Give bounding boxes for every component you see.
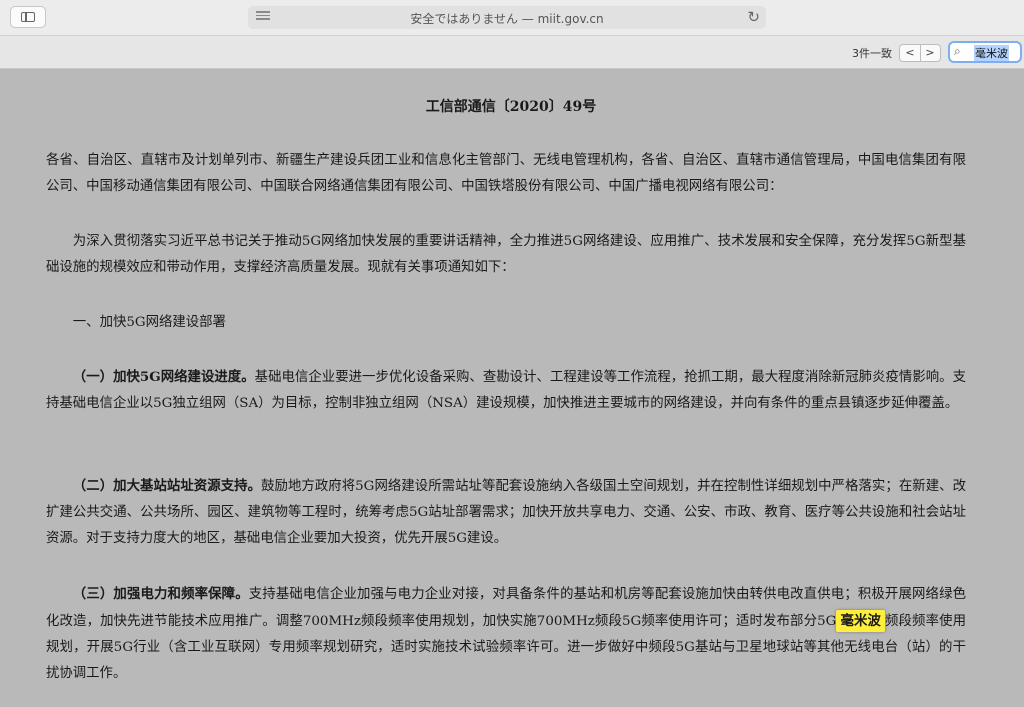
intro-paragraph: 为深入贯彻落实习近平总书记关于推动5G网络加快发展的重要讲话精神，全力推进5G网… — [46, 234, 966, 275]
find-next-button[interactable]: > — [920, 45, 940, 61]
address-bar[interactable]: 安全ではありません — miit.gov.cn ↻ — [248, 6, 766, 29]
sidebar-icon — [21, 12, 35, 22]
item-1-title: （一）加快5G网络建设进度。 — [72, 369, 255, 385]
section-heading: 一、加快5G网络建设部署 — [72, 315, 226, 330]
find-match-count: 3件一致 — [852, 47, 892, 60]
item-2-paragraph: （二）加大基站站址资源支持。鼓励地方政府将5G网络建设所需站址等配套设施纳入各级… — [46, 473, 966, 552]
find-search-input[interactable]: ⌕ 毫米波 — [948, 41, 1022, 63]
reload-icon[interactable]: ↻ — [747, 8, 760, 26]
find-query-text: 毫米波 — [974, 45, 1009, 61]
find-nav-group: < > — [899, 44, 941, 62]
find-previous-button[interactable]: < — [900, 45, 921, 61]
item-1-paragraph: （一）加快5G网络建设进度。基础电信企业要进一步优化设备采购、查勘设计、工程建设… — [46, 364, 966, 417]
search-icon: ⌕ — [954, 44, 961, 58]
browser-toolbar: 安全ではありません — miit.gov.cn ↻ — [0, 0, 1024, 36]
addressees-paragraph: 各省、自治区、直辖市及计划单列市、新疆生产建设兵团工业和信息化主管部门、无线电管… — [46, 153, 966, 194]
find-bar: 3件一致 < > ⌕ 毫米波 — [0, 36, 1024, 69]
item-3-paragraph: （三）加强电力和频率保障。支持基础电信企业加强与电力企业对接，对具备条件的基站和… — [46, 581, 966, 687]
url-text: 安全ではありません — miit.gov.cn — [410, 12, 604, 26]
item-2-title: （二）加大基站站址资源支持。 — [72, 478, 262, 494]
document-title: 工信部通信〔2020〕49号 — [425, 99, 597, 115]
sidebar-toggle-button[interactable] — [10, 6, 46, 28]
item-3-title: （三）加强电力和频率保障。 — [72, 586, 249, 602]
search-highlight: 毫米波 — [836, 610, 886, 632]
